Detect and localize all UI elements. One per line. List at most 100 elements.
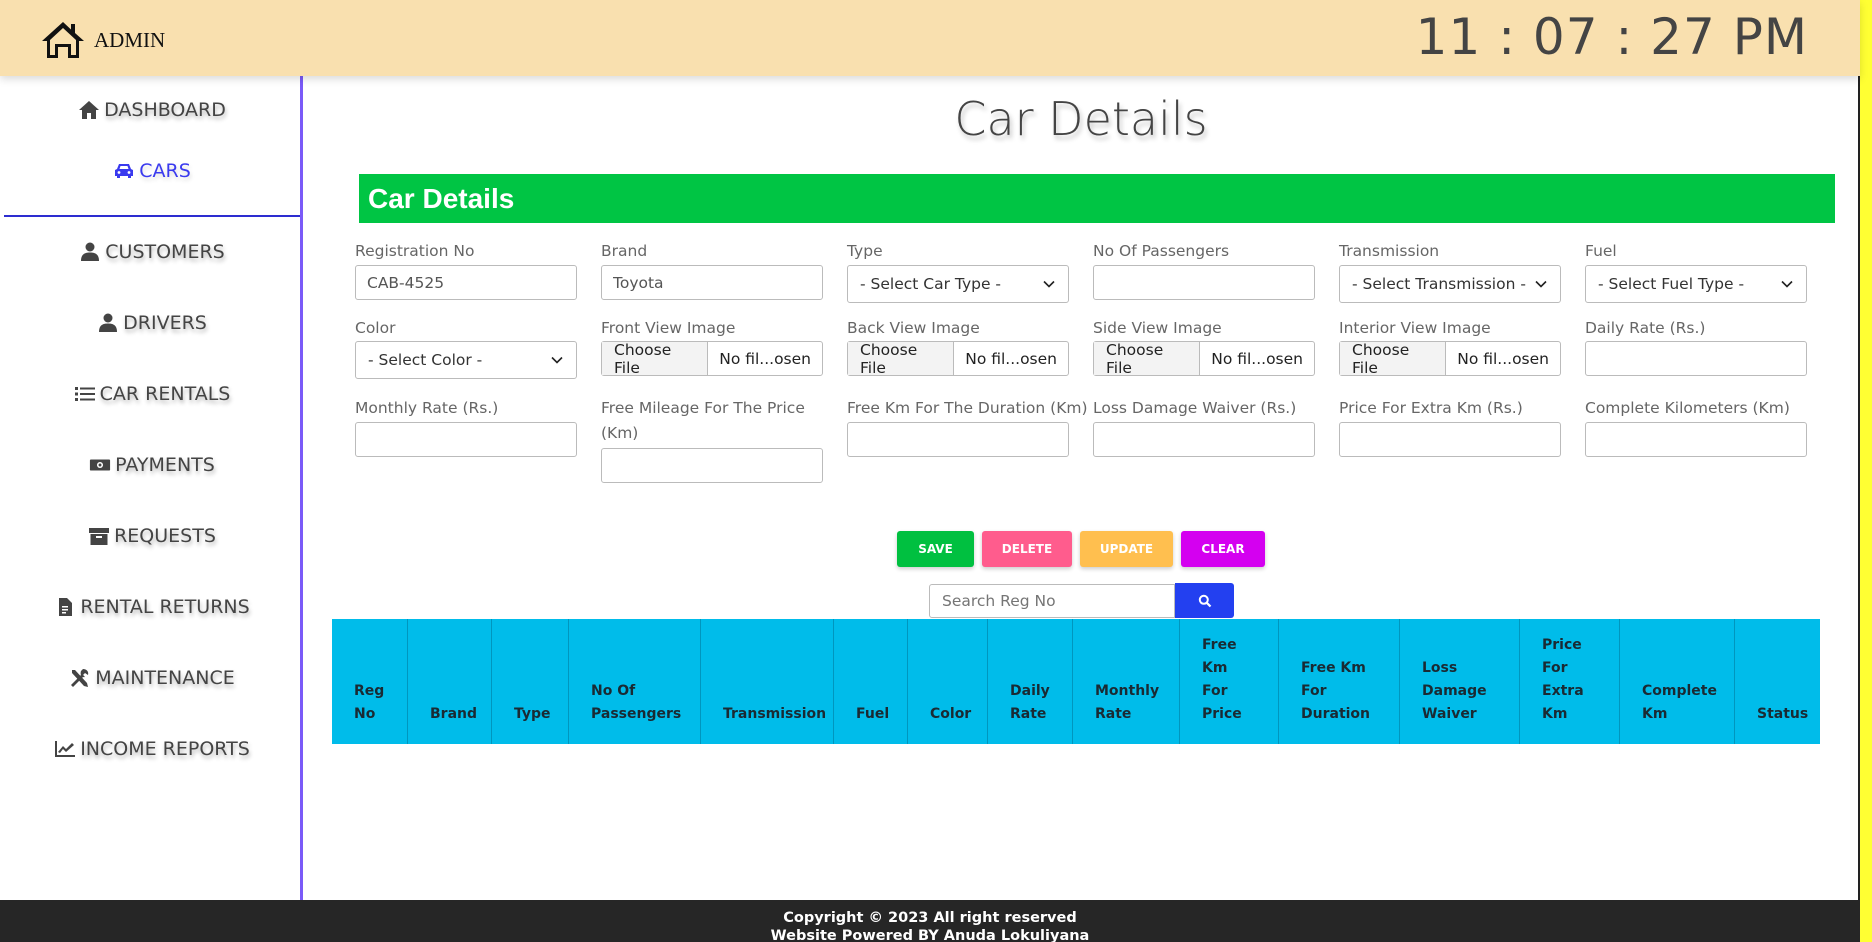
sidebar-item-maintenance[interactable]: MAINTENANCE [4,648,300,708]
brand-label: Brand [601,242,648,260]
sidebar-item-requests[interactable]: REQUESTS [4,506,300,566]
file-name: No fil...osen [719,349,811,368]
sidebar-item-label: REQUESTS [114,525,216,547]
sidebar-item-label: RENTAL RETURNS [80,596,250,618]
brand[interactable]: ADMIN [40,20,165,60]
top-header: ADMIN 11 : 07 : 27 PM [0,0,1860,76]
fuel-selected: - Select Fuel Type - [1598,275,1745,293]
copyright-text: Copyright © 2023 All right reserved [783,910,1077,926]
daily-rate-label: Daily Rate (Rs.) [1585,319,1706,337]
chevron-down-icon [551,356,563,364]
sidebar-item-label: DRIVERS [123,312,207,334]
sidebar-item-customers[interactable]: CUSTOMERS [4,222,300,282]
transmission-label: Transmission [1339,242,1440,260]
free-km-duration-input[interactable] [847,422,1069,457]
search-icon [1198,594,1211,607]
column-header[interactable]: Price For Extra Km [1520,619,1620,744]
powered-by-text: Website Powered BY Anuda Lokuliyana [770,928,1090,942]
type-select[interactable]: - Select Car Type - [847,265,1069,303]
column-header[interactable]: No Of Passengers [569,619,701,744]
column-header[interactable]: Loss Damage Waiver [1400,619,1520,744]
archive-icon [89,528,110,545]
sidebar-item-label: CAR RENTALS [99,383,231,405]
column-header[interactable]: Free Km For Duration [1279,619,1400,744]
side-view-file-input[interactable]: Choose File No fil...osen [1093,341,1315,377]
sidebar-item-label: DASHBOARD [104,99,226,121]
complete-km-label: Complete Kilometers (Km) [1585,399,1790,417]
clock: 11 : 07 : 27 PM [1415,8,1808,66]
passengers-input[interactable] [1093,265,1315,300]
delete-button[interactable]: DELETE [982,531,1072,567]
free-km-duration-label: Free Km For The Duration (Km) [847,399,1088,417]
right-edge-line [1858,76,1860,900]
chevron-down-icon [1043,280,1055,288]
interior-view-label: Interior View Image [1339,319,1491,337]
color-select[interactable]: - Select Color - [355,341,577,379]
sidebar-item-income-reports[interactable]: INCOME REPORTS [4,719,300,779]
side-view-label: Side View Image [1093,319,1222,337]
column-header[interactable]: Reg No [332,619,408,744]
right-edge-stripe [1860,0,1872,942]
home-icon [79,101,100,119]
clear-button[interactable]: CLEAR [1181,531,1265,567]
choose-file-button[interactable]: Choose File [602,341,709,377]
brand-label: ADMIN [94,27,166,52]
sidebar: DASHBOARD CARS CUSTOMERS DRIVERS CAR REN… [0,76,303,900]
tools-icon [71,669,89,687]
back-view-label: Back View Image [847,319,980,337]
transmission-selected: - Select Transmission - [1352,275,1526,293]
daily-rate-input[interactable] [1585,341,1807,376]
price-extra-km-input[interactable] [1339,422,1561,457]
loss-damage-waiver-input[interactable] [1093,422,1315,457]
free-mileage-input[interactable] [601,448,823,483]
sidebar-item-dashboard[interactable]: DASHBOARD [4,80,300,140]
sidebar-item-rental-returns[interactable]: RENTAL RETURNS [4,577,300,637]
money-icon [90,459,111,471]
column-header[interactable]: Type [492,619,569,744]
choose-file-button[interactable]: Choose File [1094,341,1201,377]
fuel-select[interactable]: - Select Fuel Type - [1585,265,1807,303]
choose-file-button[interactable]: Choose File [848,341,955,377]
column-header[interactable]: Color [908,619,988,744]
column-header[interactable]: Status [1735,619,1820,744]
front-view-file-input[interactable]: Choose File No fil...osen [601,341,823,377]
search-button[interactable] [1175,583,1234,618]
column-header[interactable]: Fuel [834,619,908,744]
monthly-rate-input[interactable] [355,422,577,457]
transmission-select[interactable]: - Select Transmission - [1339,265,1561,303]
registration-no-label: Registration No [355,242,475,260]
column-header[interactable]: Complete Km [1620,619,1735,744]
column-header[interactable]: Transmission [701,619,834,744]
column-header[interactable]: Monthly Rate [1073,619,1180,744]
column-header[interactable]: Brand [408,619,492,744]
sidebar-item-payments[interactable]: PAYMENTS [4,435,300,495]
file-name: No fil...osen [1457,349,1549,368]
registration-no-input[interactable] [355,265,577,300]
sidebar-item-label: INCOME REPORTS [80,738,250,760]
sidebar-item-cars[interactable]: CARS [4,140,300,217]
choose-file-button[interactable]: Choose File [1340,341,1447,377]
complete-km-input[interactable] [1585,422,1807,457]
chevron-down-icon [1781,280,1793,288]
column-header[interactable]: Daily Rate [988,619,1073,744]
brand-input[interactable] [601,265,823,300]
car-icon [115,163,134,178]
interior-view-file-input[interactable]: Choose File No fil...osen [1339,341,1561,377]
search-input[interactable] [929,584,1175,618]
update-button[interactable]: UPDATE [1080,531,1173,567]
user-icon [81,242,100,261]
sidebar-item-car-rentals[interactable]: CAR RENTALS [4,364,300,424]
file-name: No fil...osen [965,349,1057,368]
save-button[interactable]: SAVE [897,531,974,567]
passengers-label: No Of Passengers [1093,242,1230,260]
sidebar-item-label: MAINTENANCE [95,667,235,689]
loss-damage-waiver-label: Loss Damage Waiver (Rs.) [1093,399,1297,417]
sidebar-item-drivers[interactable]: DRIVERS [4,293,300,353]
column-header[interactable]: Free Km For Price [1180,619,1279,744]
sidebar-item-label: PAYMENTS [115,454,215,476]
chart-line-icon [55,741,76,757]
fuel-label: Fuel [1585,242,1617,260]
section-title: Car Details [368,182,515,214]
list-icon [74,387,95,401]
back-view-file-input[interactable]: Choose File No fil...osen [847,341,1069,377]
